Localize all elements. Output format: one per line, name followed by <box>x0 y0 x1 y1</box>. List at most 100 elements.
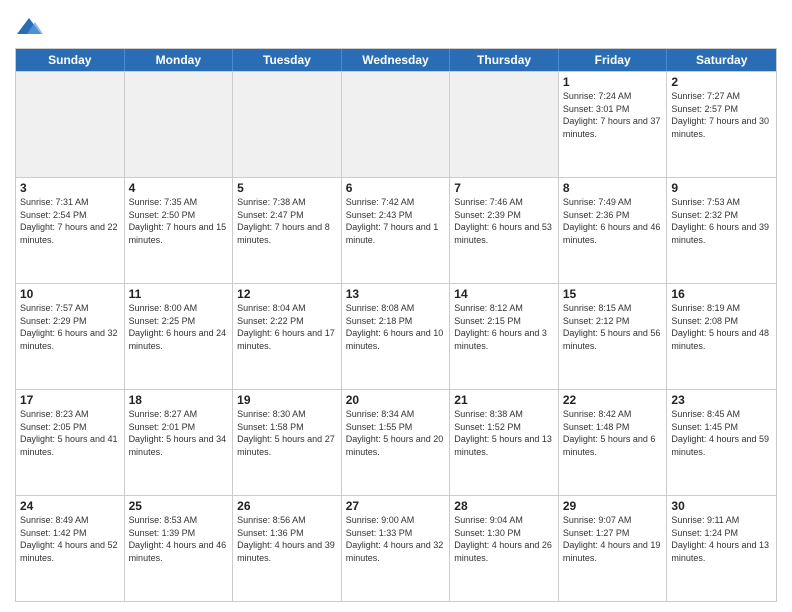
weekday-header-thursday: Thursday <box>450 49 559 71</box>
day-number: 4 <box>129 181 229 195</box>
day-info: Sunrise: 8:23 AM Sunset: 2:05 PM Dayligh… <box>20 408 120 458</box>
empty-cell <box>450 72 559 177</box>
day-number: 20 <box>346 393 446 407</box>
day-cell-15: 15Sunrise: 8:15 AM Sunset: 2:12 PM Dayli… <box>559 284 668 389</box>
day-info: Sunrise: 7:42 AM Sunset: 2:43 PM Dayligh… <box>346 196 446 246</box>
day-number: 19 <box>237 393 337 407</box>
day-number: 3 <box>20 181 120 195</box>
day-cell-24: 24Sunrise: 8:49 AM Sunset: 1:42 PM Dayli… <box>16 496 125 601</box>
day-number: 28 <box>454 499 554 513</box>
day-info: Sunrise: 8:56 AM Sunset: 1:36 PM Dayligh… <box>237 514 337 564</box>
calendar-body: 1Sunrise: 7:24 AM Sunset: 3:01 PM Daylig… <box>16 71 776 601</box>
day-cell-11: 11Sunrise: 8:00 AM Sunset: 2:25 PM Dayli… <box>125 284 234 389</box>
day-number: 29 <box>563 499 663 513</box>
logo-icon <box>15 14 43 42</box>
day-cell-8: 8Sunrise: 7:49 AM Sunset: 2:36 PM Daylig… <box>559 178 668 283</box>
day-cell-23: 23Sunrise: 8:45 AM Sunset: 1:45 PM Dayli… <box>667 390 776 495</box>
day-info: Sunrise: 8:49 AM Sunset: 1:42 PM Dayligh… <box>20 514 120 564</box>
day-info: Sunrise: 8:19 AM Sunset: 2:08 PM Dayligh… <box>671 302 772 352</box>
calendar: SundayMondayTuesdayWednesdayThursdayFrid… <box>15 48 777 602</box>
day-number: 18 <box>129 393 229 407</box>
day-number: 12 <box>237 287 337 301</box>
day-info: Sunrise: 8:15 AM Sunset: 2:12 PM Dayligh… <box>563 302 663 352</box>
day-cell-22: 22Sunrise: 8:42 AM Sunset: 1:48 PM Dayli… <box>559 390 668 495</box>
day-info: Sunrise: 7:27 AM Sunset: 2:57 PM Dayligh… <box>671 90 772 140</box>
day-info: Sunrise: 7:53 AM Sunset: 2:32 PM Dayligh… <box>671 196 772 246</box>
day-cell-16: 16Sunrise: 8:19 AM Sunset: 2:08 PM Dayli… <box>667 284 776 389</box>
day-info: Sunrise: 8:08 AM Sunset: 2:18 PM Dayligh… <box>346 302 446 352</box>
day-info: Sunrise: 7:46 AM Sunset: 2:39 PM Dayligh… <box>454 196 554 246</box>
day-cell-30: 30Sunrise: 9:11 AM Sunset: 1:24 PM Dayli… <box>667 496 776 601</box>
day-info: Sunrise: 7:38 AM Sunset: 2:47 PM Dayligh… <box>237 196 337 246</box>
empty-cell <box>342 72 451 177</box>
day-cell-20: 20Sunrise: 8:34 AM Sunset: 1:55 PM Dayli… <box>342 390 451 495</box>
day-info: Sunrise: 8:04 AM Sunset: 2:22 PM Dayligh… <box>237 302 337 352</box>
day-cell-14: 14Sunrise: 8:12 AM Sunset: 2:15 PM Dayli… <box>450 284 559 389</box>
day-cell-3: 3Sunrise: 7:31 AM Sunset: 2:54 PM Daylig… <box>16 178 125 283</box>
empty-cell <box>16 72 125 177</box>
day-info: Sunrise: 8:38 AM Sunset: 1:52 PM Dayligh… <box>454 408 554 458</box>
weekday-header-tuesday: Tuesday <box>233 49 342 71</box>
day-number: 17 <box>20 393 120 407</box>
day-info: Sunrise: 7:57 AM Sunset: 2:29 PM Dayligh… <box>20 302 120 352</box>
day-number: 11 <box>129 287 229 301</box>
day-cell-2: 2Sunrise: 7:27 AM Sunset: 2:57 PM Daylig… <box>667 72 776 177</box>
day-number: 26 <box>237 499 337 513</box>
day-cell-5: 5Sunrise: 7:38 AM Sunset: 2:47 PM Daylig… <box>233 178 342 283</box>
empty-cell <box>125 72 234 177</box>
day-number: 30 <box>671 499 772 513</box>
page: SundayMondayTuesdayWednesdayThursdayFrid… <box>0 0 792 612</box>
day-number: 2 <box>671 75 772 89</box>
day-cell-28: 28Sunrise: 9:04 AM Sunset: 1:30 PM Dayli… <box>450 496 559 601</box>
calendar-row-4: 17Sunrise: 8:23 AM Sunset: 2:05 PM Dayli… <box>16 389 776 495</box>
logo <box>15 14 46 42</box>
day-number: 21 <box>454 393 554 407</box>
day-number: 6 <box>346 181 446 195</box>
day-info: Sunrise: 8:12 AM Sunset: 2:15 PM Dayligh… <box>454 302 554 352</box>
weekday-header-saturday: Saturday <box>667 49 776 71</box>
day-info: Sunrise: 9:04 AM Sunset: 1:30 PM Dayligh… <box>454 514 554 564</box>
day-number: 8 <box>563 181 663 195</box>
day-cell-29: 29Sunrise: 9:07 AM Sunset: 1:27 PM Dayli… <box>559 496 668 601</box>
day-cell-27: 27Sunrise: 9:00 AM Sunset: 1:33 PM Dayli… <box>342 496 451 601</box>
calendar-row-5: 24Sunrise: 8:49 AM Sunset: 1:42 PM Dayli… <box>16 495 776 601</box>
day-info: Sunrise: 9:11 AM Sunset: 1:24 PM Dayligh… <box>671 514 772 564</box>
day-cell-21: 21Sunrise: 8:38 AM Sunset: 1:52 PM Dayli… <box>450 390 559 495</box>
day-number: 24 <box>20 499 120 513</box>
calendar-row-3: 10Sunrise: 7:57 AM Sunset: 2:29 PM Dayli… <box>16 283 776 389</box>
day-number: 5 <box>237 181 337 195</box>
day-info: Sunrise: 8:34 AM Sunset: 1:55 PM Dayligh… <box>346 408 446 458</box>
day-number: 15 <box>563 287 663 301</box>
day-number: 14 <box>454 287 554 301</box>
day-number: 27 <box>346 499 446 513</box>
weekday-header-wednesday: Wednesday <box>342 49 451 71</box>
day-info: Sunrise: 8:45 AM Sunset: 1:45 PM Dayligh… <box>671 408 772 458</box>
header <box>15 10 777 42</box>
day-info: Sunrise: 8:53 AM Sunset: 1:39 PM Dayligh… <box>129 514 229 564</box>
day-info: Sunrise: 8:30 AM Sunset: 1:58 PM Dayligh… <box>237 408 337 458</box>
weekday-header-sunday: Sunday <box>16 49 125 71</box>
day-number: 1 <box>563 75 663 89</box>
day-cell-26: 26Sunrise: 8:56 AM Sunset: 1:36 PM Dayli… <box>233 496 342 601</box>
day-cell-17: 17Sunrise: 8:23 AM Sunset: 2:05 PM Dayli… <box>16 390 125 495</box>
day-number: 13 <box>346 287 446 301</box>
day-number: 9 <box>671 181 772 195</box>
weekday-header-monday: Monday <box>125 49 234 71</box>
calendar-row-2: 3Sunrise: 7:31 AM Sunset: 2:54 PM Daylig… <box>16 177 776 283</box>
weekday-header-friday: Friday <box>559 49 668 71</box>
calendar-row-1: 1Sunrise: 7:24 AM Sunset: 3:01 PM Daylig… <box>16 71 776 177</box>
day-cell-4: 4Sunrise: 7:35 AM Sunset: 2:50 PM Daylig… <box>125 178 234 283</box>
day-number: 25 <box>129 499 229 513</box>
day-info: Sunrise: 7:35 AM Sunset: 2:50 PM Dayligh… <box>129 196 229 246</box>
day-info: Sunrise: 7:49 AM Sunset: 2:36 PM Dayligh… <box>563 196 663 246</box>
day-cell-25: 25Sunrise: 8:53 AM Sunset: 1:39 PM Dayli… <box>125 496 234 601</box>
day-number: 23 <box>671 393 772 407</box>
day-cell-10: 10Sunrise: 7:57 AM Sunset: 2:29 PM Dayli… <box>16 284 125 389</box>
day-number: 7 <box>454 181 554 195</box>
day-cell-9: 9Sunrise: 7:53 AM Sunset: 2:32 PM Daylig… <box>667 178 776 283</box>
day-info: Sunrise: 8:42 AM Sunset: 1:48 PM Dayligh… <box>563 408 663 458</box>
day-cell-1: 1Sunrise: 7:24 AM Sunset: 3:01 PM Daylig… <box>559 72 668 177</box>
day-info: Sunrise: 7:24 AM Sunset: 3:01 PM Dayligh… <box>563 90 663 140</box>
day-cell-19: 19Sunrise: 8:30 AM Sunset: 1:58 PM Dayli… <box>233 390 342 495</box>
calendar-header: SundayMondayTuesdayWednesdayThursdayFrid… <box>16 49 776 71</box>
